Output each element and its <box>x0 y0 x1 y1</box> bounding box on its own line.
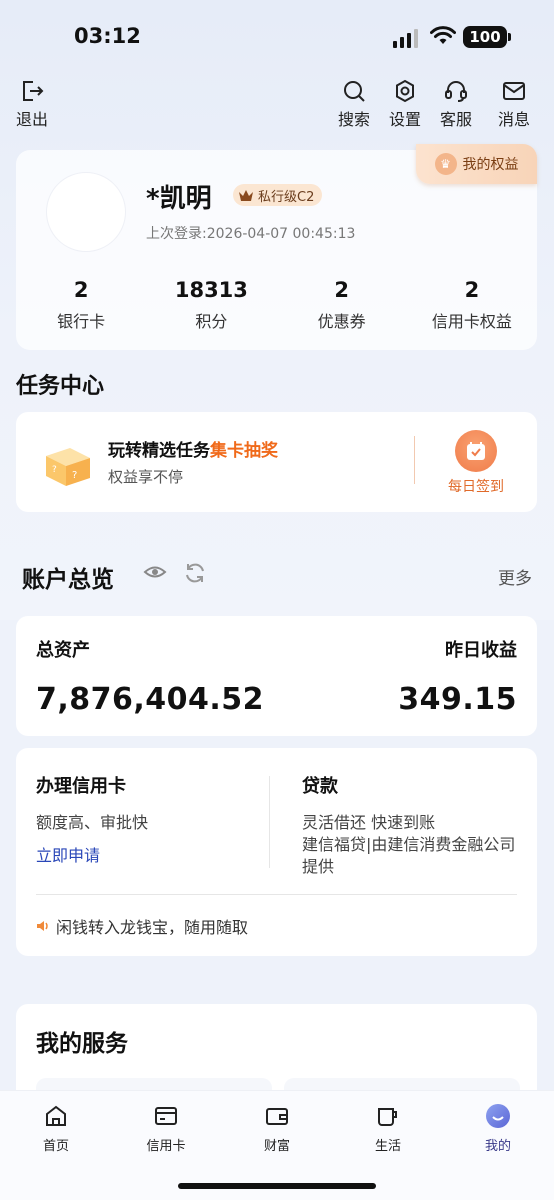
credit-card-application[interactable]: 办理信用卡 额度高、审批快 立即申请 <box>36 772 256 866</box>
logout-label: 退出 <box>16 110 49 129</box>
support-button[interactable]: 客服 <box>440 78 472 130</box>
credit-card-icon <box>155 1107 177 1125</box>
wallet-icon <box>266 1108 288 1125</box>
home-indicator <box>178 1183 376 1189</box>
last-login-time: 上次登录:2026-04-07 00:45:13 <box>146 226 356 242</box>
loan-desc: 灵活借还 快速到账 建信福贷|由建信消费金融公司提供 <box>302 812 524 878</box>
logout-button[interactable]: 退出 <box>16 78 48 130</box>
more-link[interactable]: 更多 <box>498 564 532 589</box>
my-rights-label: 我的权益 <box>462 157 519 173</box>
tab-wealth[interactable]: 财富 <box>242 1103 312 1154</box>
wifi-icon <box>430 26 456 44</box>
divider <box>36 894 517 895</box>
profile-icon <box>486 1104 510 1128</box>
calendar-check-icon <box>455 430 497 472</box>
task-card[interactable]: ? ? 玩转精选任务集卡抽奖 权益享不停 每日签到 <box>16 412 537 512</box>
asset-card[interactable]: 总资产 昨日收益 7,876,404.52 349.15 <box>16 616 537 736</box>
home-icon <box>46 1105 66 1126</box>
settings-button[interactable]: 设置 <box>389 78 421 130</box>
stat-coupons[interactable]: 2 优惠券 <box>277 278 407 332</box>
avatar[interactable] <box>46 172 126 252</box>
vip-level-badge[interactable]: 私行级C2 <box>233 184 323 206</box>
search-icon <box>344 81 365 102</box>
search-label: 搜索 <box>338 110 371 129</box>
profile-card: *凯明 私行级C2 上次登录:2026-04-07 00:45:13 ♛ 我的权… <box>16 144 537 350</box>
messages-label: 消息 <box>498 110 531 129</box>
status-time: 03:12 <box>74 24 141 48</box>
tab-credit-card[interactable]: 信用卡 <box>131 1103 201 1154</box>
credit-card-title: 办理信用卡 <box>36 776 126 797</box>
eye-icon[interactable] <box>143 560 167 584</box>
gear-icon <box>396 79 414 103</box>
stat-value: 2 <box>73 278 89 302</box>
stat-label: 积分 <box>195 312 228 331</box>
apply-now-link[interactable]: 立即申请 <box>36 842 256 866</box>
loan-desc-line: 灵活借还 快速到账 <box>302 813 436 832</box>
stat-value: 18313 <box>174 278 248 302</box>
stat-label: 优惠券 <box>317 312 366 331</box>
daily-checkin-button[interactable]: 每日签到 <box>436 430 516 496</box>
crown-icon <box>239 190 253 201</box>
task-title-prefix: 玩转精选任务 <box>108 441 210 461</box>
profile-stats: 2 银行卡 18313 积分 2 优惠券 2 信用卡权益 <box>16 278 537 332</box>
speaker-icon <box>37 921 48 931</box>
my-services-title: 我的服务 <box>36 1031 128 1057</box>
divider <box>414 436 415 484</box>
search-button[interactable]: 搜索 <box>338 78 370 130</box>
cup-icon <box>378 1108 397 1126</box>
task-title: 玩转精选任务集卡抽奖 <box>108 436 278 461</box>
stat-label: 银行卡 <box>57 312 106 331</box>
task-center-title: 任务中心 <box>16 374 105 399</box>
tab-label: 生活 <box>374 1139 401 1154</box>
loan-desc-line: 建信福贷|由建信消费金融公司提供 <box>302 835 516 876</box>
daily-checkin-label: 每日签到 <box>448 479 504 495</box>
support-label: 客服 <box>440 110 473 129</box>
svg-text:?: ? <box>72 470 77 481</box>
tab-label: 我的 <box>484 1139 511 1154</box>
vip-level-label: 私行级C2 <box>258 189 315 205</box>
crown-icon: ♛ <box>434 153 457 175</box>
yesterday-income-value: 349.15 <box>398 682 517 717</box>
tab-label: 首页 <box>42 1139 69 1154</box>
notice-text: 闲钱转入龙钱宝，随用随取 <box>56 918 249 937</box>
notice-bar[interactable]: 闲钱转入龙钱宝，随用随取 <box>36 914 248 938</box>
tab-home[interactable]: 首页 <box>21 1103 91 1154</box>
svg-text:?: ? <box>52 465 57 475</box>
mail-icon <box>503 82 525 100</box>
total-assets-value: 7,876,404.52 <box>36 682 265 717</box>
account-overview-title: 账户总览 <box>22 567 114 593</box>
logout-icon <box>23 81 44 101</box>
messages-button[interactable]: 消息 <box>498 78 530 130</box>
tab-label: 财富 <box>263 1139 290 1154</box>
loan-entry[interactable]: 贷款 灵活借还 快速到账 建信福贷|由建信消费金融公司提供 <box>302 772 524 878</box>
total-assets-label: 总资产 <box>36 640 90 661</box>
tab-mine[interactable]: 我的 <box>463 1103 533 1154</box>
stat-value: 2 <box>334 278 349 302</box>
stat-points[interactable]: 18313 积分 <box>146 278 276 332</box>
settings-label: 设置 <box>389 110 422 129</box>
status-bar: 03:12 100 <box>0 0 554 70</box>
stat-credit-card-rights[interactable]: 2 信用卡权益 <box>407 278 537 332</box>
service-card: 办理信用卡 额度高、审批快 立即申请 贷款 灵活借还 快速到账 建信福贷|由建信… <box>16 748 537 956</box>
loan-title: 贷款 <box>302 776 338 797</box>
task-subtitle: 权益享不停 <box>108 468 184 486</box>
stat-label: 信用卡权益 <box>431 312 512 331</box>
signal-icon <box>393 28 418 48</box>
tab-label: 信用卡 <box>146 1139 186 1154</box>
stat-value: 2 <box>464 278 480 302</box>
refresh-icon[interactable] <box>183 561 207 585</box>
task-title-highlight: 集卡抽奖 <box>210 441 278 461</box>
my-rights-button[interactable]: ♛ 我的权益 <box>416 144 537 184</box>
headset-icon <box>445 81 467 102</box>
credit-card-desc: 额度高、审批快 <box>36 813 149 832</box>
divider <box>269 776 270 868</box>
yesterday-income-label: 昨日收益 <box>445 640 517 661</box>
tab-life[interactable]: 生活 <box>353 1103 423 1154</box>
battery-icon: 100 <box>463 26 511 48</box>
gift-box-icon: ? ? <box>46 448 90 486</box>
stat-bank-cards[interactable]: 2 银行卡 <box>16 278 146 332</box>
user-name: *凯明 <box>146 184 212 214</box>
